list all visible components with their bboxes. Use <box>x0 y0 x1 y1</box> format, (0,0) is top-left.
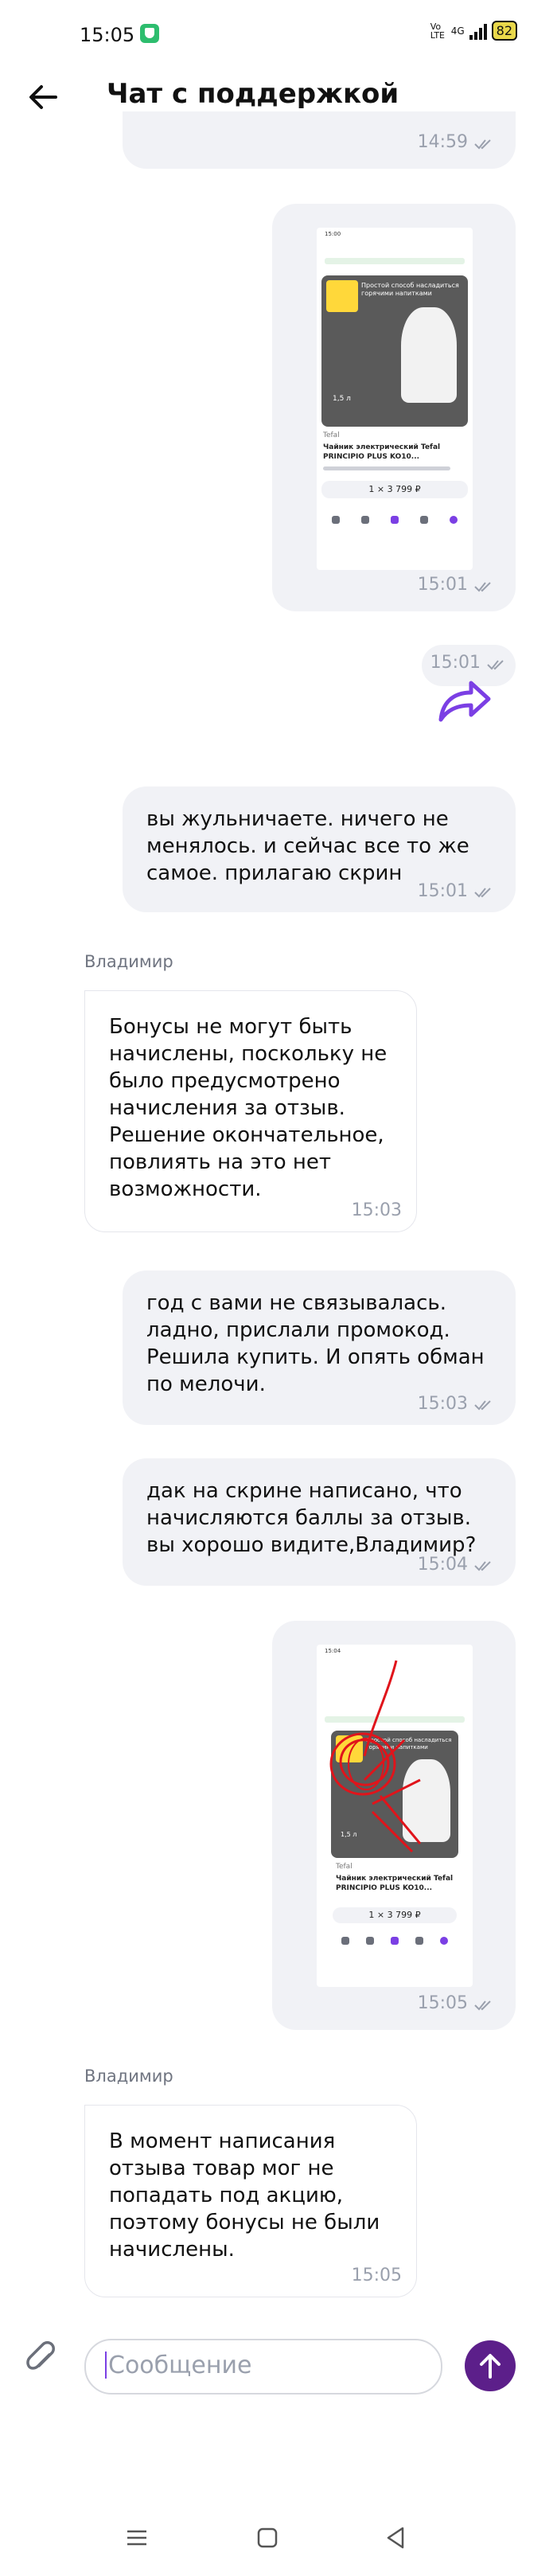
read-check-icon <box>474 2000 491 2011</box>
message-input-placeholder: Сообщение <box>108 2352 252 2379</box>
thumb-brand: Tefal <box>323 431 340 439</box>
message-text: дак на скрине написано, что начисляются … <box>146 1479 478 1557</box>
message-time: 15:01 <box>417 575 468 595</box>
sender-name: Владимир <box>84 952 173 971</box>
message-time: 14:59 <box>417 132 468 152</box>
shield-icon <box>140 24 159 43</box>
forward-icon[interactable] <box>436 678 493 723</box>
message-time: 15:03 <box>417 1394 468 1414</box>
message-time: 15:03 <box>351 1200 402 1220</box>
attach-icon[interactable] <box>25 2340 57 2377</box>
status-indicators: Vo LTE 4G 82 <box>430 21 517 41</box>
read-check-icon <box>474 582 491 592</box>
message-bubble[interactable]: вы жульничаете. ничего не менялось. и се… <box>123 786 516 912</box>
read-check-icon <box>474 139 491 150</box>
message-text: вы жульничаете. ничего не менялось. и се… <box>146 807 477 885</box>
status-time: 15:05 <box>80 24 135 46</box>
message-time: 15:01 <box>417 881 468 901</box>
message-text: В момент написания отзыва товар мог не п… <box>109 2129 387 2262</box>
arrow-up-icon <box>480 2354 501 2379</box>
read-check-icon <box>487 660 504 670</box>
message-time: 15:04 <box>417 1555 468 1575</box>
read-check-icon <box>474 1400 491 1411</box>
battery-icon: 82 <box>491 21 517 41</box>
message-input[interactable]: Сообщение <box>84 2339 442 2395</box>
back-arrow-icon[interactable] <box>25 80 60 115</box>
sender-name: Владимир <box>84 2067 173 2086</box>
volte-label: Vo LTE <box>430 21 445 41</box>
send-button[interactable] <box>465 2340 516 2391</box>
message-time: 15:05 <box>351 2266 402 2285</box>
thumb-size: 1,5 л <box>333 395 351 403</box>
menu-icon[interactable] <box>123 2523 151 2552</box>
page-title: Чат с поддержкой <box>107 78 399 110</box>
read-check-icon <box>474 888 491 898</box>
thumb-status-time: 15:00 <box>325 231 341 237</box>
attached-screenshot[interactable]: 15:00 Простой способ насладиться горячим… <box>317 228 473 570</box>
attached-screenshot[interactable]: 15:04 Простой способ насладиться горячим… <box>317 1645 473 1987</box>
signal-icon <box>469 22 487 40</box>
home-square-icon[interactable] <box>253 2523 282 2552</box>
message-text: Бонусы не могут быть начислены, поскольк… <box>109 1015 394 1201</box>
thumb-price: 1 × 3 799 ₽ <box>321 481 468 498</box>
message-bubble[interactable]: год с вами не связывалась. ладно, присла… <box>123 1270 516 1425</box>
image-message-bubble[interactable]: 15:04 Простой способ насладиться горячим… <box>272 1621 516 2030</box>
red-annotation-scribble <box>329 1660 422 1853</box>
text-caret <box>105 2352 107 2379</box>
message-time: 15:05 <box>417 1993 468 2013</box>
thumb-product-name: Чайник электрический Tefal PRINCIPIO PLU… <box>323 443 441 461</box>
read-check-icon <box>474 1561 491 1571</box>
back-triangle-icon[interactable] <box>382 2523 411 2552</box>
image-message-bubble[interactable]: 15:00 Простой способ насладиться горячим… <box>272 204 516 611</box>
incoming-message-bubble[interactable]: Бонусы не могут быть начислены, поскольк… <box>84 990 417 1232</box>
message-bubble[interactable]: дак на скрине написано, что начисляются … <box>123 1458 516 1586</box>
message-time: 15:01 <box>430 653 481 673</box>
product-image: Простой способ насладиться горячими напи… <box>321 275 468 427</box>
incoming-message-bubble[interactable]: В момент написания отзыва товар мог не п… <box>84 2105 417 2297</box>
message-bubble[interactable]: 14:59 <box>123 111 516 169</box>
network-label: 4G <box>450 25 465 37</box>
message-text: год с вами не связывалась. ладно, присла… <box>146 1291 491 1396</box>
thumb-banner: Простой способ насладиться горячими напи… <box>361 282 459 297</box>
